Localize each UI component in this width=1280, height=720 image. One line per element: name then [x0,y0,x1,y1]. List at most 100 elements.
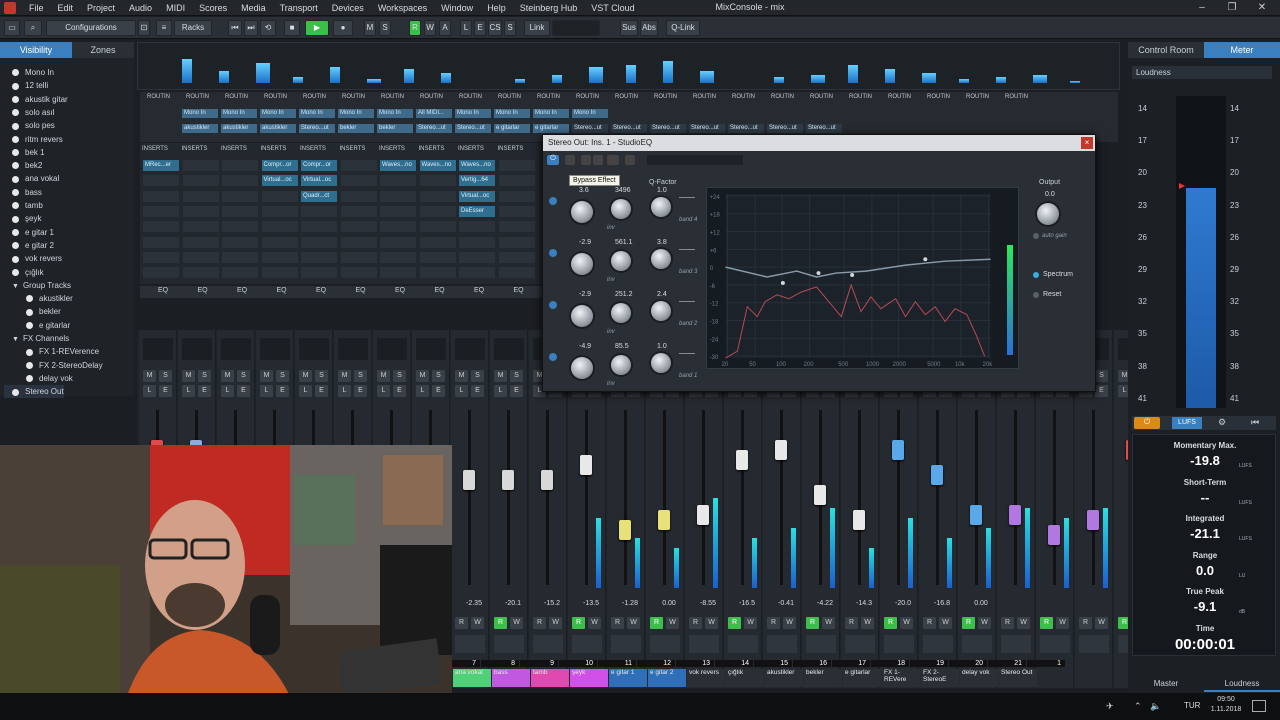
listen-button[interactable]: L [416,385,429,397]
reset-loudness-icon[interactable]: ⏮ [1242,417,1268,429]
volume-fader[interactable] [1009,505,1021,525]
monitor-buttons[interactable] [650,635,680,653]
write-automation-button[interactable]: W [1056,617,1069,629]
solo-button[interactable]: S [471,370,484,382]
visibility-dot-icon[interactable] [26,295,33,303]
volume-fader[interactable] [619,520,631,540]
empty-insert-slot[interactable] [222,205,258,217]
empty-insert-slot[interactable] [261,251,298,263]
monitor-buttons[interactable] [689,635,719,653]
insert-slot[interactable]: Compr...or [301,160,337,171]
eq-header[interactable]: EQ [395,287,405,294]
empty-insert-slot[interactable] [459,236,495,248]
volume-fader[interactable] [1087,510,1099,530]
read-automation-button[interactable]: R [1001,617,1014,629]
routing-input-slot[interactable]: Mono In [260,109,296,118]
routing-output-slot[interactable]: Stereo...ut [650,124,686,133]
empty-insert-slot[interactable] [419,267,456,279]
empty-insert-slot[interactable] [498,175,535,187]
empty-insert-slot[interactable] [498,251,535,263]
eq-header[interactable]: EQ [237,287,247,294]
search-icon[interactable]: ⌕ [24,20,42,36]
insert-slot[interactable]: DeEsser [459,205,495,217]
channel-visibility-item[interactable]: bekler [4,305,61,318]
band-frequency-knob[interactable] [611,303,631,323]
gear-icon[interactable]: ⚙ [1212,417,1232,429]
empty-insert-slot[interactable] [419,221,456,233]
channel-visibility-item[interactable]: akustik gitar [4,93,68,106]
solo-button[interactable]: S [510,370,523,382]
routing-output-slot[interactable]: e gitarlar [494,124,530,133]
empty-insert-slot[interactable] [182,205,219,217]
band-handle-3[interactable] [850,273,855,278]
q-link-button[interactable]: Q-Link [666,20,700,36]
empty-insert-slot[interactable] [498,221,535,233]
routing-output-slot[interactable]: Stereo...ut [767,124,803,133]
abs-button[interactable]: Abs [640,20,658,36]
speaker-icon[interactable]: 🔈 [1150,701,1161,712]
menu-item[interactable]: Devices [325,3,371,13]
empty-insert-slot[interactable] [143,190,179,202]
write-automation-button[interactable]: W [666,617,679,629]
listen-button[interactable]: L [260,385,273,397]
network-icon[interactable]: ✈ [1106,701,1118,713]
empty-insert-slot[interactable] [459,221,495,233]
visibility-dot-icon[interactable] [26,322,33,330]
channel-visibility-item[interactable]: e gitarlar [4,319,70,332]
empty-insert-slot[interactable] [340,236,377,248]
volume-fader[interactable] [697,505,709,525]
empty-insert-slot[interactable] [459,251,495,263]
record-icon[interactable]: ● [333,20,353,36]
routing-output-slot[interactable]: Stereo...ut [689,124,725,133]
preset-selector[interactable] [647,155,743,165]
monitor-buttons[interactable] [1001,635,1031,653]
menu-item[interactable]: Workspaces [371,3,434,13]
volume-fader[interactable] [502,470,514,490]
empty-insert-slot[interactable] [380,175,416,187]
bypass-icon[interactable] [565,155,575,165]
auto-gain-icon[interactable] [1033,233,1039,239]
empty-insert-slot[interactable] [340,205,377,217]
volume-fader[interactable] [892,440,904,460]
folder-toggle-icon[interactable]: ▼ [12,283,19,290]
visibility-dot-icon[interactable] [12,69,19,77]
input-language[interactable]: TUR [1184,701,1200,710]
stop-icon[interactable]: ■ [284,20,300,36]
channel-visibility-item[interactable]: çığlık [4,266,44,279]
lower-zone-icon[interactable]: ▭ [4,20,20,36]
empty-insert-slot[interactable] [143,175,179,187]
insert-slot[interactable]: Waves...no [419,160,456,171]
pan-control[interactable] [416,338,446,360]
write-automation-button[interactable]: W [471,617,484,629]
read-automation-button[interactable]: R [533,617,546,629]
channel-visibility-item[interactable]: e gitar 1 [4,226,54,239]
band-filter-shape-icon[interactable] [679,190,695,198]
visibility-dot-icon[interactable] [12,388,19,396]
visibility-dot-icon[interactable] [26,348,33,356]
visibility-dot-icon[interactable] [12,189,19,197]
read-automation-button[interactable]: R [728,617,741,629]
solo-button[interactable]: S [354,370,367,382]
spectrum-toggle-icon[interactable] [1033,272,1039,278]
band-gain-knob[interactable] [571,357,593,379]
pan-control[interactable] [494,338,524,360]
empty-insert-slot[interactable] [222,160,258,171]
empty-insert-slot[interactable] [222,221,258,233]
routing-input-slot[interactable]: Mono In [338,109,374,118]
monitor-buttons[interactable] [923,635,953,653]
pan-control[interactable] [221,338,251,360]
empty-insert-slot[interactable] [340,175,377,187]
read-automation-button[interactable]: R [845,617,858,629]
insert-slot[interactable]: Quadr...ct [301,190,337,202]
empty-insert-slot[interactable] [419,205,456,217]
empty-insert-slot[interactable] [340,267,377,279]
visibility-dot-icon[interactable] [12,122,19,130]
band-enable-icon[interactable] [549,301,557,309]
routing-output-slot[interactable]: bekler [338,124,374,133]
solo-button[interactable]: S [276,370,289,382]
band-q-knob[interactable] [651,197,671,217]
configurations-button[interactable]: Configurations [46,20,136,36]
band-filter-shape-icon[interactable] [679,346,695,354]
insert-slot[interactable]: Virtual...oc [301,175,337,187]
eq-header[interactable]: EQ [356,287,366,294]
